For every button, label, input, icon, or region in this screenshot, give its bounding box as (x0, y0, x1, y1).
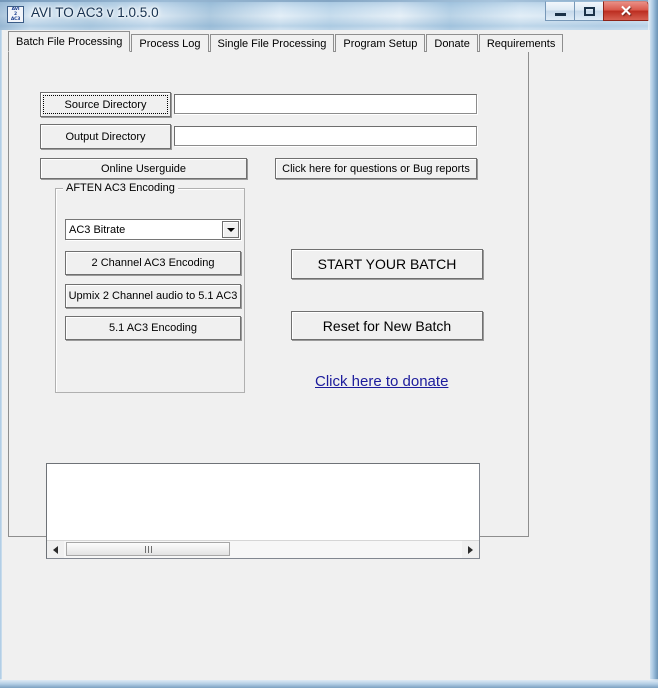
window-bottom-border (0, 679, 658, 688)
aften-ac3-encoding-group-title: AFTEN AC3 Encoding (63, 182, 178, 194)
app-icon-line-3: AC3 (10, 17, 21, 22)
scroll-left-arrow-icon[interactable] (47, 541, 64, 558)
close-button[interactable]: ✕ (603, 1, 649, 21)
maximize-icon (583, 6, 595, 16)
online-userguide-button[interactable]: Online Userguide (40, 158, 247, 179)
bug-reports-label: Click here for questions or Bug reports (282, 162, 470, 175)
scrollbar-grip-icon (144, 545, 152, 553)
client-area: Batch File Processing Process Log Single… (2, 30, 650, 680)
application-window: AVI 2 AC3 AVI TO AC3 v 1.0.5.0 ✕ Batch F… (0, 0, 658, 688)
bug-reports-button[interactable]: Click here for questions or Bug reports (275, 158, 477, 179)
tab-label: Donate (434, 37, 470, 50)
encode-51-ac3-label: 5.1 AC3 Encoding (108, 322, 198, 334)
tab-program-setup[interactable]: Program Setup (335, 34, 426, 52)
maximize-button[interactable] (574, 1, 603, 21)
tab-strip: Batch File Processing Process Log Single… (8, 31, 564, 52)
chevron-down-icon[interactable] (222, 221, 239, 238)
output-directory-input[interactable] (174, 126, 477, 146)
tab-label: Single File Processing (217, 37, 327, 50)
tab-label: Batch File Processing (16, 35, 123, 48)
scrollbar-thumb[interactable] (66, 542, 230, 556)
reset-for-new-batch-label: Reset for New Batch (322, 317, 452, 334)
output-directory-button-label: Output Directory (65, 130, 146, 143)
batch-log-box[interactable] (46, 463, 480, 559)
tab-label: Process Log (139, 37, 201, 50)
upmix-2-channel-to-51-label: Upmix 2 Channel audio to 5.1 AC3 (68, 290, 238, 302)
encode-2-channel-ac3-button[interactable]: 2 Channel AC3 Encoding (65, 251, 241, 275)
source-directory-button-label: Source Directory (64, 98, 147, 111)
window-title: AVI TO AC3 v 1.0.5.0 (31, 5, 159, 20)
window-controls: ✕ (545, 1, 649, 22)
ac3-bitrate-selected-value: AC3 Bitrate (69, 223, 126, 236)
upmix-2-channel-to-51-button[interactable]: Upmix 2 Channel audio to 5.1 AC3 (65, 284, 241, 308)
tab-batch-file-processing[interactable]: Batch File Processing (8, 31, 131, 52)
source-directory-button[interactable]: Source Directory (40, 92, 171, 117)
avi-to-ac3-app-icon: AVI 2 AC3 (7, 6, 24, 23)
start-your-batch-label: START YOUR BATCH (317, 256, 457, 272)
encode-51-ac3-button[interactable]: 5.1 AC3 Encoding (65, 316, 241, 340)
ac3-bitrate-combobox[interactable]: AC3 Bitrate (65, 219, 241, 240)
output-directory-button[interactable]: Output Directory (40, 124, 171, 149)
tab-requirements[interactable]: Requirements (478, 34, 564, 52)
online-userguide-label: Online Userguide (101, 162, 186, 175)
tab-single-file-processing[interactable]: Single File Processing (209, 34, 335, 52)
tab-process-log[interactable]: Process Log (131, 34, 209, 52)
start-your-batch-button[interactable]: START YOUR BATCH (291, 249, 483, 279)
reset-for-new-batch-button[interactable]: Reset for New Batch (291, 311, 483, 340)
tab-label: Program Setup (343, 37, 418, 50)
minimize-button[interactable] (545, 1, 574, 21)
encode-2-channel-ac3-label: 2 Channel AC3 Encoding (91, 257, 215, 269)
tab-label: Requirements (486, 37, 556, 50)
horizontal-scrollbar[interactable] (47, 540, 479, 558)
title-bar[interactable]: AVI 2 AC3 AVI TO AC3 v 1.0.5.0 ✕ (0, 0, 658, 30)
tab-donate[interactable]: Donate (426, 34, 478, 52)
close-icon: ✕ (619, 2, 633, 20)
batch-log-text (47, 464, 479, 541)
scrollbar-track[interactable] (64, 541, 462, 558)
scroll-right-arrow-icon[interactable] (462, 541, 479, 558)
minimize-icon (554, 13, 566, 16)
source-directory-input[interactable] (174, 94, 477, 114)
donate-link[interactable]: Click here to donate (315, 373, 448, 390)
